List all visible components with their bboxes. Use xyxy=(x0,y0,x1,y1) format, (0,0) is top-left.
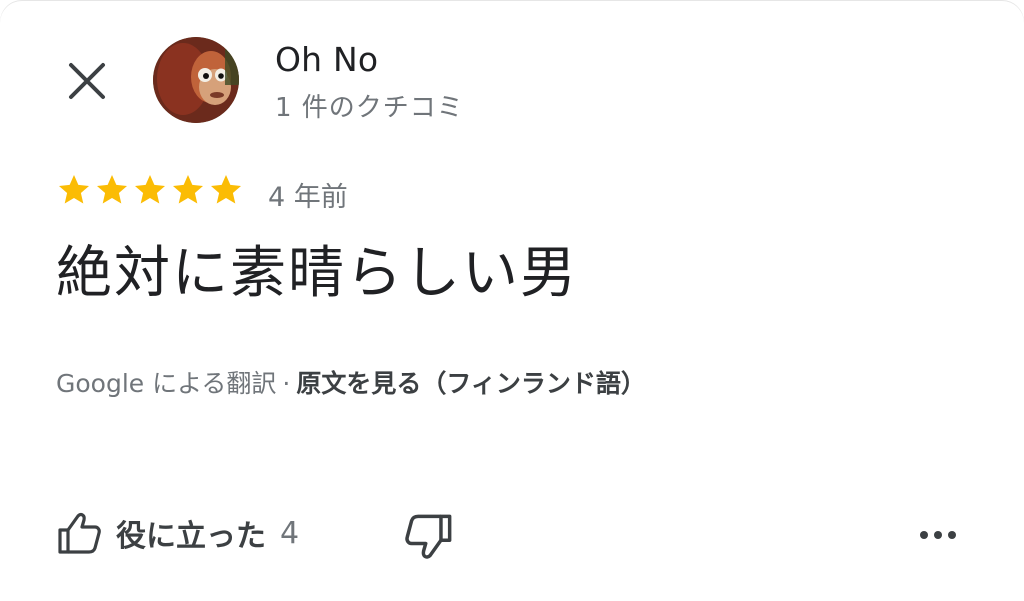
star-icon xyxy=(132,172,168,208)
review-text: 絶対に素晴らしい男 xyxy=(56,241,578,306)
star-icon xyxy=(56,172,92,208)
review-date: 4 年前 xyxy=(268,182,348,213)
close-button[interactable] xyxy=(62,56,112,106)
translation-info: Google による翻訳 · 原文を見る（フィンランド語） xyxy=(56,364,646,400)
view-original-link[interactable]: 原文を見る（フィンランド語） xyxy=(296,369,646,398)
author-name[interactable]: Oh No xyxy=(275,40,378,79)
more-options-button[interactable] xyxy=(910,518,966,552)
star-icon xyxy=(170,172,206,208)
more-horizontal-icon xyxy=(920,531,956,539)
dislike-button[interactable] xyxy=(404,512,456,564)
star-icon xyxy=(94,172,130,208)
monkey-puppet-avatar xyxy=(153,37,239,123)
translation-source: Google による翻訳 xyxy=(56,369,277,398)
avatar[interactable] xyxy=(153,37,239,123)
thumbs-down-icon xyxy=(405,514,452,559)
star-icon xyxy=(208,172,244,208)
helpful-count: 4 xyxy=(280,515,300,551)
close-icon xyxy=(69,63,105,99)
author-review-count: 1 件のクチコミ xyxy=(275,93,464,123)
separator: · xyxy=(282,369,291,398)
helpful-button[interactable]: 役に立った 4 xyxy=(56,510,299,556)
thumbs-up-icon xyxy=(58,513,101,554)
star-rating xyxy=(56,172,244,208)
review-card: Oh No 1 件のクチコミ 4 年前 絶対に素晴らしい男 Google による… xyxy=(0,0,1024,601)
helpful-label: 役に立った xyxy=(116,519,266,554)
